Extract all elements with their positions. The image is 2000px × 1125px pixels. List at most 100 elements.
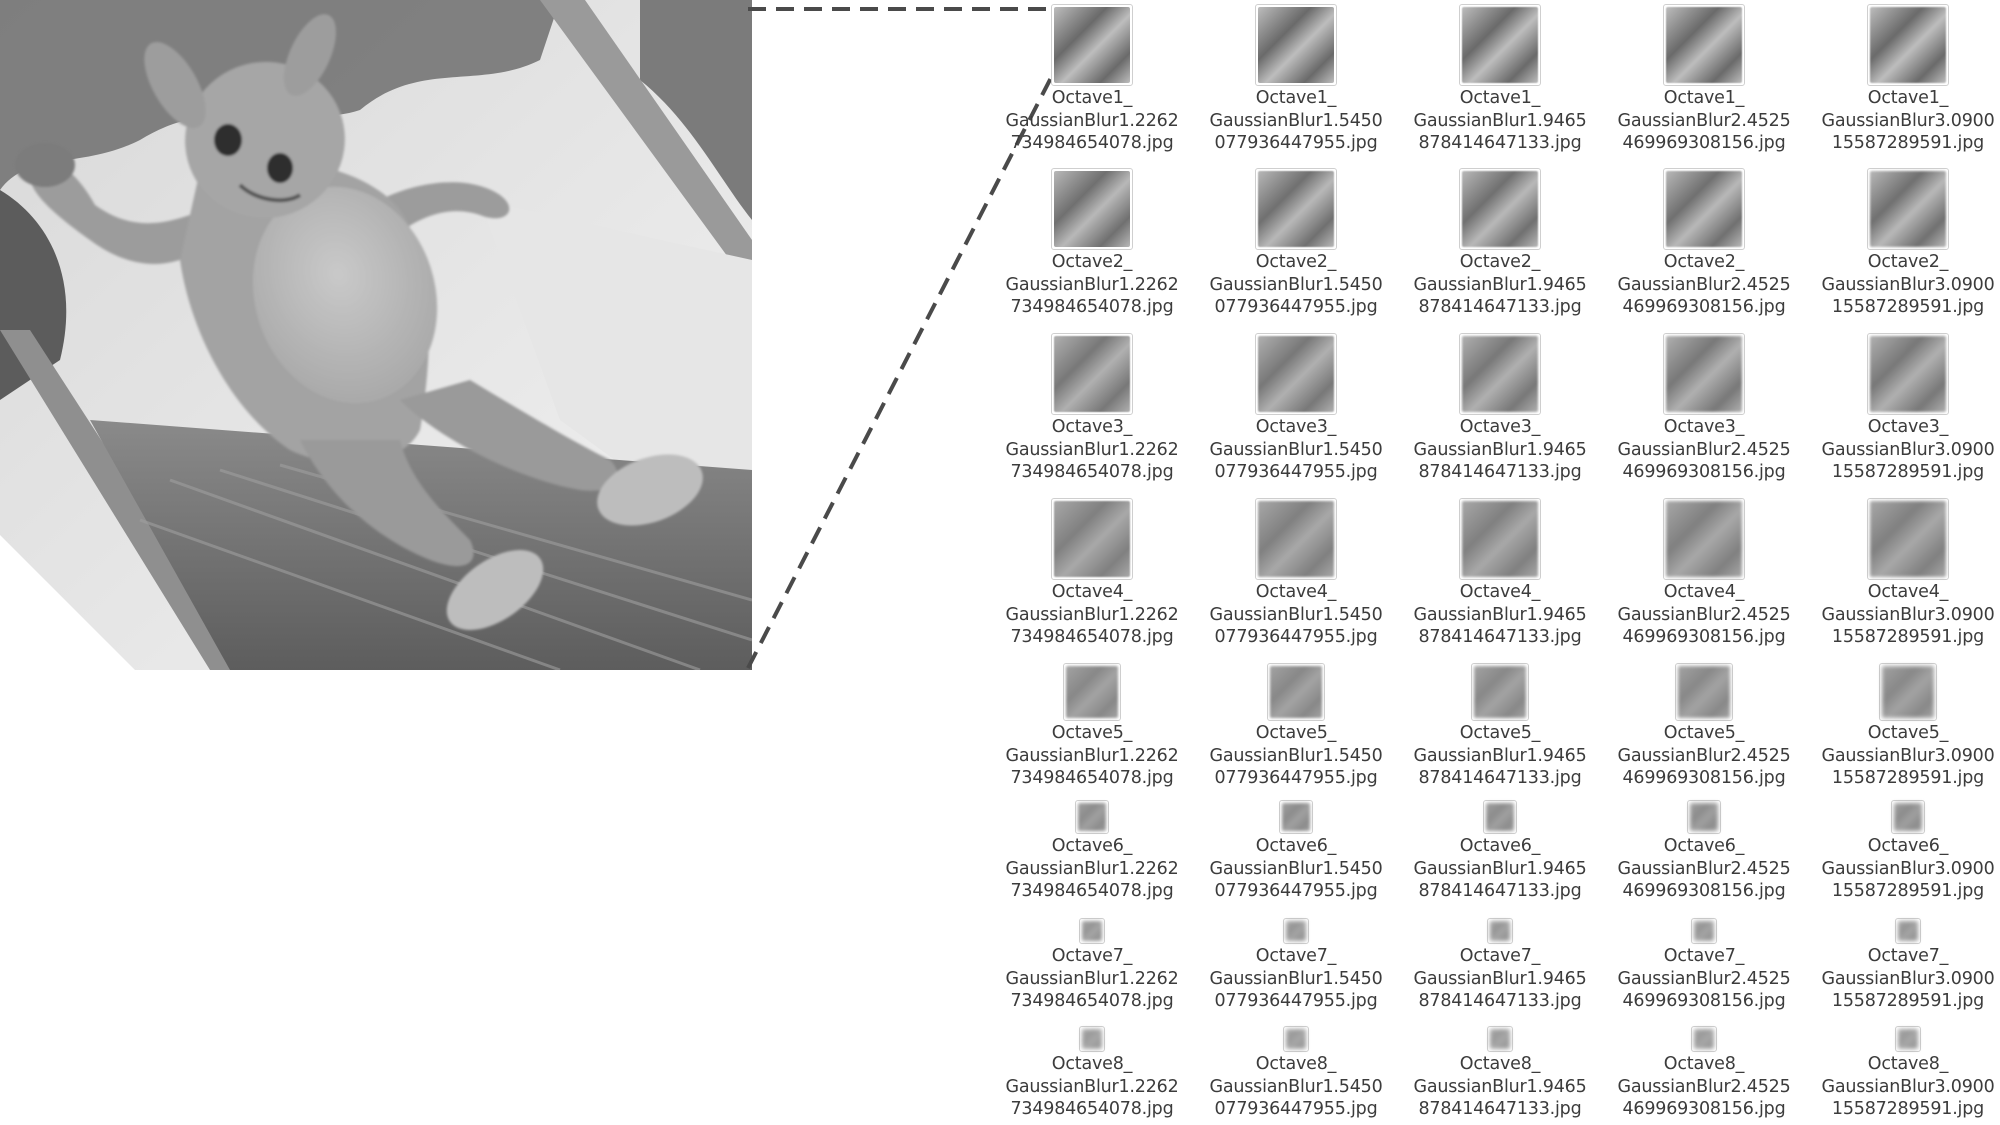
- file-thumbnail[interactable]: [1879, 663, 1937, 721]
- file-thumbnail[interactable]: [1459, 168, 1541, 250]
- file-thumbnail[interactable]: [1663, 4, 1745, 86]
- file-name-line: Octave5_: [1459, 723, 1541, 743]
- file-item[interactable]: Octave3_ GaussianBlur1.9465 878414647133.j…: [1398, 333, 1602, 484]
- file-thumbnail[interactable]: [1487, 918, 1513, 944]
- file-thumbnail[interactable]: [1075, 800, 1109, 834]
- file-item[interactable]: Octave6_ GaussianBlur2.4525 469969308156.j…: [1602, 800, 1806, 903]
- file-thumbnail[interactable]: [1255, 168, 1337, 250]
- file-thumbnail[interactable]: [1687, 800, 1721, 834]
- file-item[interactable]: Octave4_ GaussianBlur1.5450 077936447955.j…: [1194, 498, 1398, 649]
- file-item[interactable]: Octave6_ GaussianBlur1.2262 734984654078.j…: [990, 800, 1194, 903]
- file-item[interactable]: Octave1_ GaussianBlur1.2262 734984654078.j…: [990, 4, 1194, 155]
- file-thumbnail[interactable]: [1459, 498, 1541, 580]
- file-item[interactable]: Octave8_ GaussianBlur2.4525 469969308156.j…: [1602, 1026, 1806, 1121]
- file-thumbnail[interactable]: [1459, 4, 1541, 86]
- file-name-line: GaussianBlur3.0900: [1821, 110, 1995, 131]
- file-item[interactable]: Octave2_ GaussianBlur1.9465 878414647133.j…: [1398, 168, 1602, 319]
- file-thumbnail[interactable]: [1867, 498, 1949, 580]
- file-thumbnail[interactable]: [1691, 1026, 1717, 1052]
- file-item[interactable]: Octave4_ GaussianBlur1.2262 734984654078.j…: [990, 498, 1194, 649]
- file-item[interactable]: Octave7_ GaussianBlur1.5450 077936447955.j…: [1194, 918, 1398, 1013]
- file-item[interactable]: Octave4_ GaussianBlur3.0900 15587289591.jp…: [1806, 498, 2000, 649]
- file-thumbnail[interactable]: [1663, 333, 1745, 415]
- file-item[interactable]: Octave5_ GaussianBlur1.9465 878414647133.j…: [1398, 663, 1602, 790]
- file-name-line: GaussianBlur1.2262: [1005, 604, 1179, 625]
- file-item[interactable]: Octave2_ GaussianBlur2.4525 469969308156.j…: [1602, 168, 1806, 319]
- thumbnail-image: [1678, 666, 1730, 718]
- file-item[interactable]: Octave4_ GaussianBlur1.9465 878414647133.j…: [1398, 498, 1602, 649]
- file-name-line: GaussianBlur1.2262: [1005, 968, 1179, 989]
- file-thumbnail[interactable]: [1483, 800, 1517, 834]
- file-item[interactable]: Octave4_ GaussianBlur2.4525 469969308156.j…: [1602, 498, 1806, 649]
- file-thumbnail[interactable]: [1459, 333, 1541, 415]
- file-item[interactable]: Octave8_ GaussianBlur1.5450 077936447955.j…: [1194, 1026, 1398, 1121]
- file-item[interactable]: Octave6_ GaussianBlur1.5450 077936447955.j…: [1194, 800, 1398, 903]
- file-thumbnail[interactable]: [1867, 4, 1949, 86]
- file-name: Octave3_ GaussianBlur1.2262 734984654078.j…: [1005, 416, 1178, 484]
- file-thumbnail[interactable]: [1663, 168, 1745, 250]
- file-item[interactable]: Octave1_ GaussianBlur2.4525 469969308156.j…: [1602, 4, 1806, 155]
- file-thumbnail[interactable]: [1255, 4, 1337, 86]
- thumbnail-image: [1462, 171, 1538, 247]
- file-item[interactable]: Octave3_ GaussianBlur1.5450 077936447955.j…: [1194, 333, 1398, 484]
- file-item[interactable]: Octave6_ GaussianBlur1.9465 878414647133.j…: [1398, 800, 1602, 903]
- file-thumbnail[interactable]: [1283, 918, 1309, 944]
- file-item[interactable]: Octave1_ GaussianBlur1.9465 878414647133.j…: [1398, 4, 1602, 155]
- file-thumbnail[interactable]: [1051, 498, 1133, 580]
- thumbnail-image: [1462, 501, 1538, 577]
- file-thumbnail[interactable]: [1051, 333, 1133, 415]
- file-thumbnail[interactable]: [1267, 663, 1325, 721]
- file-item[interactable]: Octave2_ GaussianBlur1.2262 734984654078.j…: [990, 168, 1194, 319]
- file-thumbnail[interactable]: [1895, 1026, 1921, 1052]
- file-thumbnail[interactable]: [1051, 168, 1133, 250]
- file-thumbnail[interactable]: [1255, 333, 1337, 415]
- thumbnail-image: [1258, 336, 1334, 412]
- file-thumbnail[interactable]: [1283, 1026, 1309, 1052]
- file-thumbnail[interactable]: [1867, 168, 1949, 250]
- file-thumbnail[interactable]: [1051, 4, 1133, 86]
- file-name-line: GaussianBlur1.2262: [1005, 110, 1179, 131]
- file-item[interactable]: Octave8_ GaussianBlur1.9465 878414647133.j…: [1398, 1026, 1602, 1121]
- file-name-line: 878414647133.jpg: [1418, 627, 1582, 647]
- file-item[interactable]: Octave5_ GaussianBlur3.0900 15587289591.jp…: [1806, 663, 2000, 790]
- file-item[interactable]: Octave7_ GaussianBlur2.4525 469969308156.j…: [1602, 918, 1806, 1013]
- file-thumbnail[interactable]: [1279, 800, 1313, 834]
- file-name-line: Octave8_: [1663, 1054, 1745, 1074]
- file-item[interactable]: Octave7_ GaussianBlur1.9465 878414647133.j…: [1398, 918, 1602, 1013]
- file-thumbnail[interactable]: [1063, 663, 1121, 721]
- file-item[interactable]: Octave1_ GaussianBlur3.0900 15587289591.jp…: [1806, 4, 2000, 155]
- file-item[interactable]: Octave6_ GaussianBlur3.0900 15587289591.jp…: [1806, 800, 2000, 903]
- file-item[interactable]: Octave5_ GaussianBlur1.2262 734984654078.j…: [990, 663, 1194, 790]
- file-item[interactable]: Octave1_ GaussianBlur1.5450 077936447955.j…: [1194, 4, 1398, 155]
- file-name-line: 734984654078.jpg: [1010, 768, 1174, 788]
- file-item[interactable]: Octave3_ GaussianBlur3.0900 15587289591.jp…: [1806, 333, 2000, 484]
- file-item[interactable]: Octave8_ GaussianBlur1.2262 734984654078.j…: [990, 1026, 1194, 1121]
- file-thumbnail[interactable]: [1079, 918, 1105, 944]
- file-thumbnail[interactable]: [1471, 663, 1529, 721]
- file-name-line: GaussianBlur1.5450: [1209, 1076, 1383, 1097]
- file-item[interactable]: Octave7_ GaussianBlur1.2262 734984654078.j…: [990, 918, 1194, 1013]
- file-thumbnail[interactable]: [1867, 333, 1949, 415]
- file-thumbnail[interactable]: [1079, 1026, 1105, 1052]
- file-item[interactable]: Octave3_ GaussianBlur1.2262 734984654078.j…: [990, 333, 1194, 484]
- file-item[interactable]: Octave8_ GaussianBlur3.0900 15587289591.jp…: [1806, 1026, 2000, 1121]
- thumbnail-image: [1082, 1029, 1102, 1049]
- file-name-line: 734984654078.jpg: [1010, 1099, 1174, 1119]
- file-name-line: Octave5_: [1051, 723, 1133, 743]
- file-thumbnail[interactable]: [1691, 918, 1717, 944]
- file-thumbnail[interactable]: [1487, 1026, 1513, 1052]
- file-item[interactable]: Octave5_ GaussianBlur1.5450 077936447955.j…: [1194, 663, 1398, 790]
- file-thumbnail[interactable]: [1675, 663, 1733, 721]
- file-item[interactable]: Octave5_ GaussianBlur2.4525 469969308156.j…: [1602, 663, 1806, 790]
- file-name: Octave5_ GaussianBlur3.0900 15587289591.jp…: [1821, 722, 1994, 790]
- file-item[interactable]: Octave2_ GaussianBlur3.0900 15587289591.jp…: [1806, 168, 2000, 319]
- file-thumbnail[interactable]: [1663, 498, 1745, 580]
- file-thumbnail[interactable]: [1891, 800, 1925, 834]
- file-thumbnail[interactable]: [1895, 918, 1921, 944]
- file-item[interactable]: Octave2_ GaussianBlur1.5450 077936447955.j…: [1194, 168, 1398, 319]
- thumbnail-image: [1666, 501, 1742, 577]
- file-item[interactable]: Octave3_ GaussianBlur2.4525 469969308156.j…: [1602, 333, 1806, 484]
- file-name-line: 469969308156.jpg: [1622, 297, 1786, 317]
- file-thumbnail[interactable]: [1255, 498, 1337, 580]
- file-item[interactable]: Octave7_ GaussianBlur3.0900 15587289591.jp…: [1806, 918, 2000, 1013]
